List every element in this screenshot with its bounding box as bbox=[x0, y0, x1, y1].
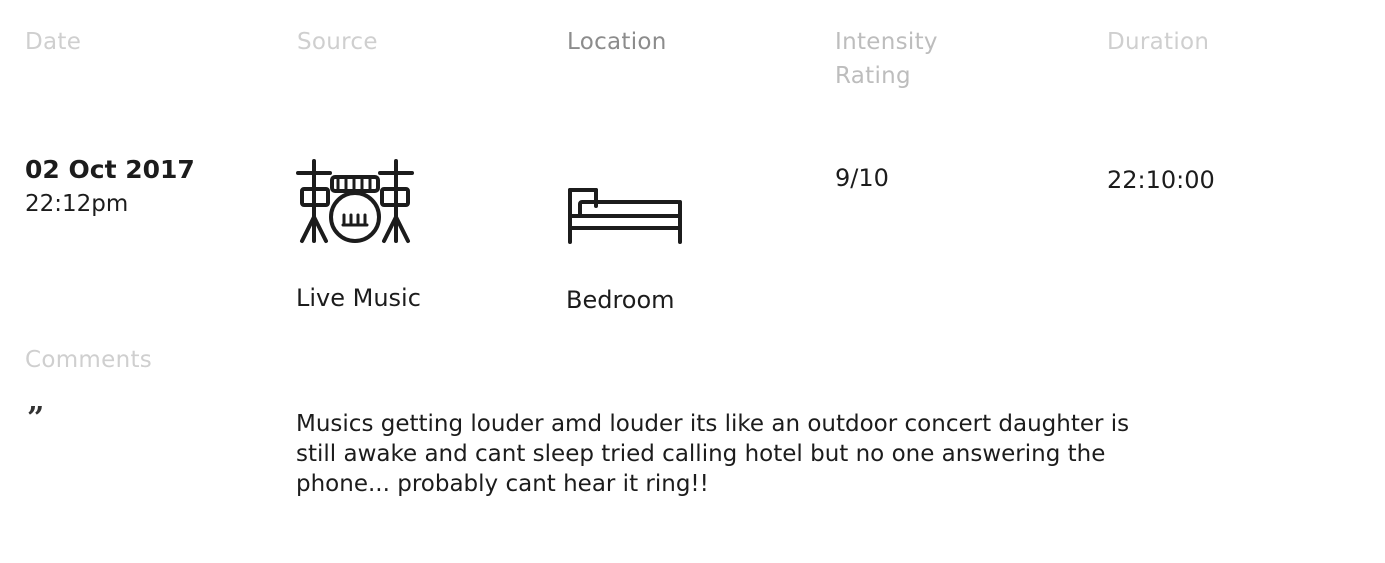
drum-kit-icon bbox=[296, 155, 414, 245]
comments-header: Comments bbox=[25, 347, 153, 373]
location-header: Location bbox=[567, 29, 667, 55]
duration-header: Duration bbox=[1107, 29, 1210, 55]
location-label: Bedroom bbox=[566, 286, 675, 314]
bed-icon bbox=[566, 186, 686, 244]
entry-time: 22:12pm bbox=[25, 191, 129, 217]
intensity-header-line1: Intensity bbox=[835, 29, 938, 55]
entry-date: 02 Oct 2017 bbox=[25, 155, 195, 184]
date-header: Date bbox=[25, 29, 82, 55]
duration-value: 22:10:00 bbox=[1107, 166, 1215, 194]
intensity-value: 9/10 bbox=[835, 164, 889, 192]
source-label: Live Music bbox=[296, 284, 421, 312]
comment-text: Musics getting louder amd louder its lik… bbox=[296, 411, 1130, 497]
intensity-header-line2: Rating bbox=[835, 63, 911, 89]
quote-icon: ” bbox=[27, 401, 45, 436]
noise-report-record: Date Source Location Intensity Rating Du… bbox=[0, 0, 1385, 563]
source-header: Source bbox=[297, 29, 378, 55]
